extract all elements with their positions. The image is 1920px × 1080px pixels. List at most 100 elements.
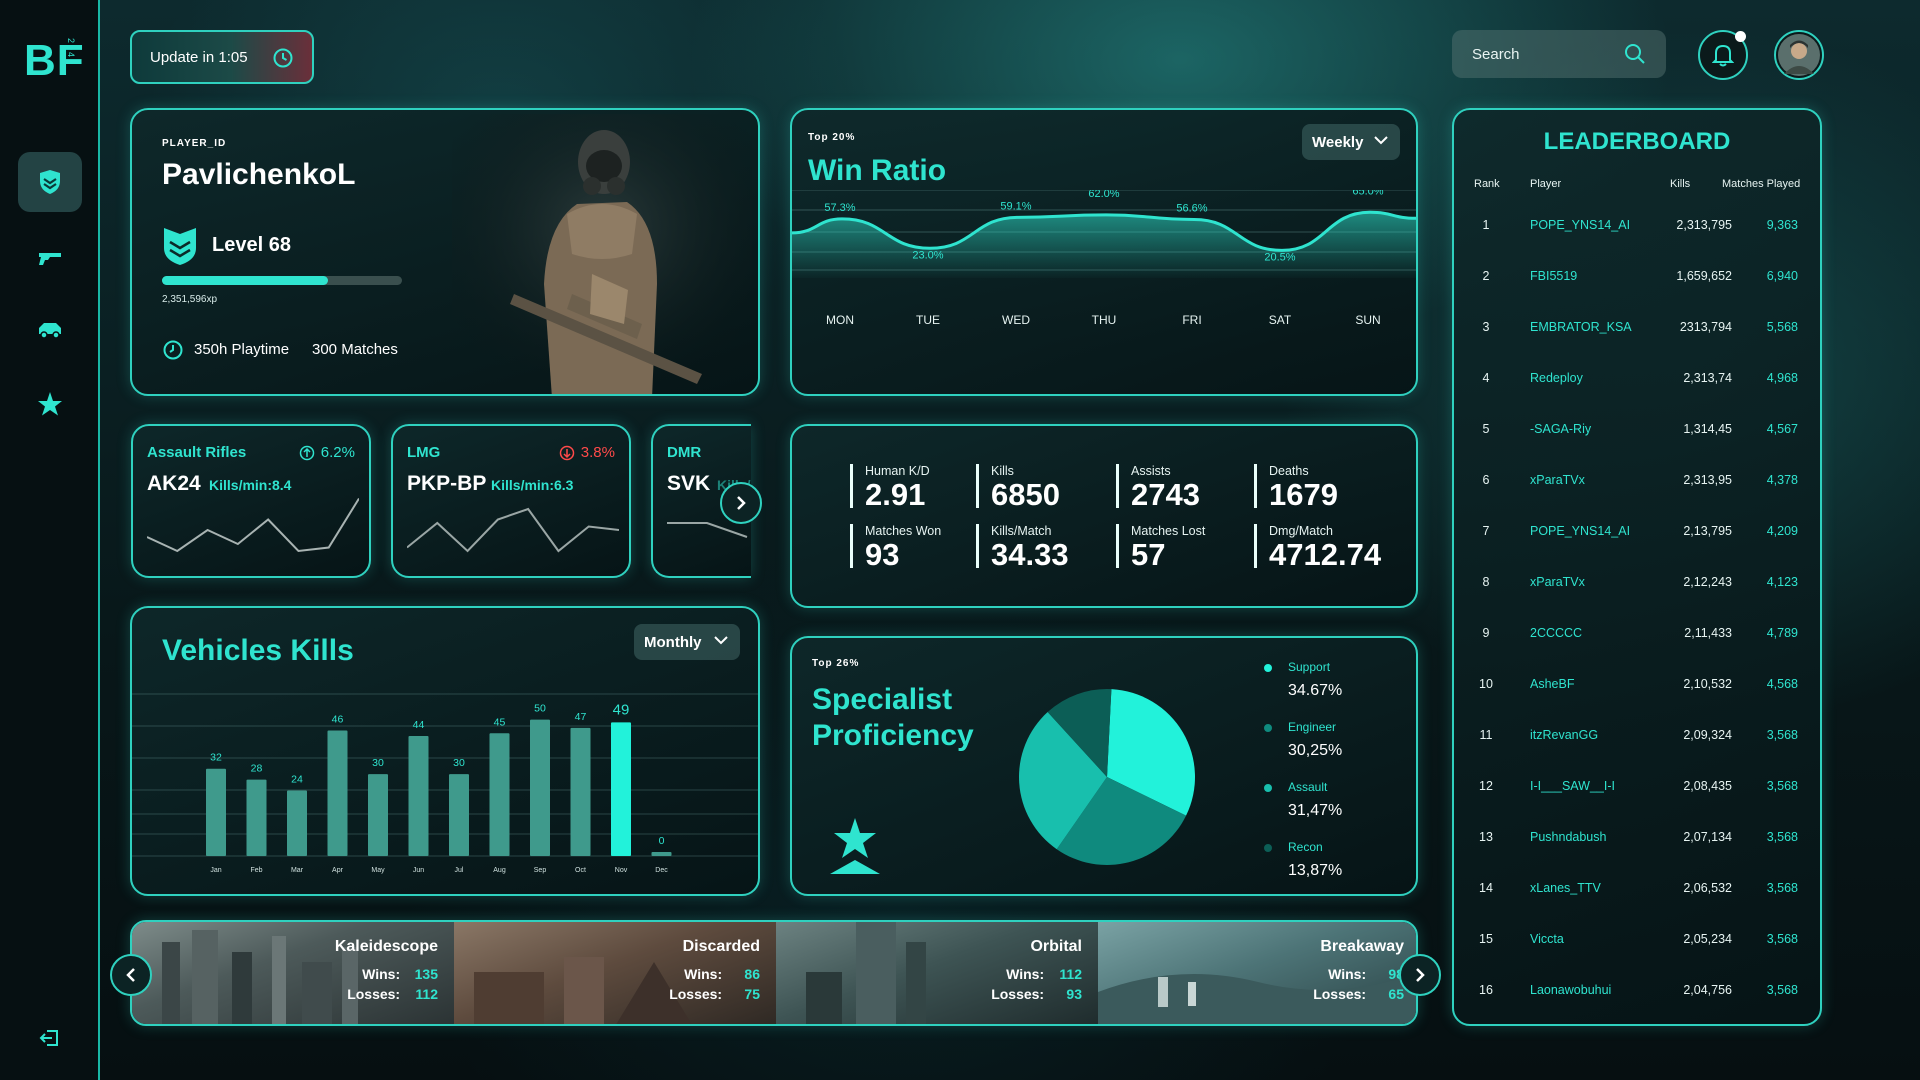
leaderboard-row[interactable]: 6 xParaTVx 2,313,95 4,378	[1454, 473, 1820, 493]
win-ratio-day-label: THU	[1092, 313, 1117, 327]
leaderboard-row[interactable]: 4 Redeploy 2,313,74 4,968	[1454, 371, 1820, 391]
stat-value: 34.33	[991, 537, 1069, 572]
maps-next-button[interactable]	[1399, 954, 1441, 996]
bar[interactable]	[530, 719, 550, 856]
leaderboard-row[interactable]: 8 xParaTVx 2,12,243 4,123	[1454, 575, 1820, 595]
bar[interactable]	[368, 774, 388, 856]
nav-vehicles-button[interactable]	[18, 300, 82, 360]
search-icon[interactable]	[1624, 43, 1646, 65]
bar[interactable]	[489, 733, 510, 856]
player-cell[interactable]: POPE_YNS14_AI	[1530, 218, 1630, 232]
win-ratio-period-dropdown[interactable]: Weekly	[1302, 124, 1400, 160]
bar[interactable]	[570, 727, 591, 856]
bar-month-label: Sep	[534, 867, 547, 874]
wins-label: Wins:	[362, 966, 401, 982]
sparkline-path	[147, 497, 359, 553]
vehicles-period-dropdown[interactable]: Monthly	[634, 624, 740, 660]
bar[interactable]	[408, 736, 429, 856]
rank-cell: 7	[1482, 524, 1490, 538]
weapon-card-assault-rifles[interactable]: Assault Rifles 6.2% AK24 Kills/min:8.4	[131, 424, 371, 578]
bar[interactable]	[246, 779, 267, 856]
specialist-top-label: Top 26%	[812, 658, 860, 669]
bar[interactable]	[206, 768, 226, 856]
losses-value: 65	[1388, 986, 1404, 1002]
leaderboard-row[interactable]: 5 -SAGA-Riy 1,314,45 4,567	[1454, 422, 1820, 442]
player-cell[interactable]: itzRevanGG	[1530, 728, 1598, 742]
player-cell[interactable]: xParaTVx	[1530, 575, 1585, 589]
leaderboard-row[interactable]: 10 AsheBF 2,10,532 4,568	[1454, 677, 1820, 697]
player-cell[interactable]: POPE_YNS14_AI	[1530, 524, 1630, 538]
stat-item: Human K/D 2.91	[850, 464, 930, 512]
nav-favorites-button[interactable]	[18, 374, 82, 434]
logout-button[interactable]	[18, 1008, 82, 1068]
map-tile-kaleidescope[interactable]: Kaleidescope Wins: 135 Losses: 112	[132, 922, 454, 1024]
leaderboard-row[interactable]: 12 I-I___SAW__I-I 2,08,435 3,568	[1454, 779, 1820, 799]
player-playtime: 350h Playtime	[194, 341, 290, 358]
bar[interactable]	[287, 790, 307, 856]
legend-dot	[1264, 844, 1272, 852]
player-cell[interactable]: AsheBF	[1530, 677, 1574, 691]
sparkline-path	[407, 507, 619, 553]
weapon-card-lmg[interactable]: LMG 3.8% PKP-BP Kills/min:6.3	[391, 424, 631, 578]
rank-cell: 8	[1482, 575, 1490, 589]
win-ratio-day-label: SAT	[1269, 313, 1292, 327]
bar[interactable]	[651, 852, 672, 856]
player-cell[interactable]: Pushndabush	[1530, 830, 1606, 844]
leaderboard-row[interactable]: 16 Laonawobuhui 2,04,756 3,568	[1454, 983, 1820, 1003]
bar[interactable]	[611, 722, 631, 856]
leaderboard-row[interactable]: 13 Pushndabush 2,07,134 3,568	[1454, 830, 1820, 850]
sparkline-path	[667, 522, 748, 538]
leaderboard-header-kills: Kills	[1670, 178, 1691, 190]
player-cell[interactable]: Viccta	[1530, 932, 1564, 946]
map-losses: Losses: 93	[991, 986, 1082, 1002]
player-cell[interactable]: Laonawobuhui	[1530, 983, 1611, 997]
bar-month-label: Jun	[413, 867, 424, 874]
bar-month-label: Mar	[291, 867, 304, 874]
leaderboard-row[interactable]: 1 POPE_YNS14_AI 2,313,795 9,363	[1454, 218, 1820, 238]
map-tile-discarded[interactable]: Discarded Wins: 86 Losses: 75	[454, 922, 776, 1024]
leaderboard-row[interactable]: 9 2CCCCC 2,11,433 4,789	[1454, 626, 1820, 646]
map-tile-orbital[interactable]: Orbital Wins: 112 Losses: 93	[776, 922, 1098, 1024]
leaderboard-row[interactable]: 2 FBI5519 1,659,652 6,940	[1454, 269, 1820, 289]
leaderboard-row[interactable]: 15 Viccta 2,05,234 3,568	[1454, 932, 1820, 952]
player-cell[interactable]: 2CCCCC	[1530, 626, 1582, 640]
player-cell[interactable]: xParaTVx	[1530, 473, 1585, 487]
player-cell[interactable]: Redeploy	[1530, 371, 1583, 385]
weapons-next-button[interactable]	[720, 482, 762, 524]
maps-prev-button[interactable]	[110, 954, 152, 996]
update-timer-button[interactable]: Update in 1:05	[130, 30, 314, 84]
leaderboard-row[interactable]: 11 itzRevanGG 2,09,324 3,568	[1454, 728, 1820, 748]
search-input[interactable]: Search	[1452, 30, 1666, 78]
notifications-button[interactable]	[1698, 30, 1748, 80]
player-cell[interactable]: EMBRATOR_KSA	[1530, 320, 1632, 334]
player-cell[interactable]: -SAGA-Riy	[1530, 422, 1591, 436]
specialist-pie-chart	[1019, 689, 1195, 865]
leaderboard-card: LEADERBOARD Rank Player Kills Matches Pl…	[1452, 108, 1822, 1026]
avatar[interactable]	[1774, 30, 1824, 80]
matches-cell: 4,123	[1766, 575, 1798, 589]
leaderboard-row[interactable]: 3 EMBRATOR_KSA 2313,794 5,568	[1454, 320, 1820, 340]
win-ratio-title: Win Ratio	[808, 154, 947, 187]
player-cell[interactable]: xLanes_TTV	[1530, 881, 1601, 895]
losses-value: 112	[415, 986, 438, 1002]
legend-name: Support	[1288, 660, 1331, 674]
map-tile-breakaway[interactable]: Breakaway Wins: 98 Losses: 65	[1098, 922, 1416, 1024]
player-cell[interactable]: FBI5519	[1530, 269, 1577, 283]
win-ratio-value-label: 23.0%	[912, 249, 943, 261]
rank-cell: 9	[1482, 626, 1490, 640]
matches-cell: 3,568	[1766, 932, 1798, 946]
bar[interactable]	[327, 730, 348, 856]
weapon-sparkline	[147, 497, 359, 553]
bar[interactable]	[449, 774, 469, 856]
vehicle-icon	[39, 323, 61, 339]
matches-cell: 4,968	[1766, 371, 1798, 385]
nav-weapons-button[interactable]	[18, 228, 82, 288]
weapon-sparkline	[407, 507, 619, 553]
player-cell[interactable]: I-I___SAW__I-I	[1530, 779, 1615, 793]
rank-badge-icon	[40, 170, 60, 194]
weapon-category: Assault Rifles	[147, 444, 247, 461]
clock-icon	[273, 48, 293, 68]
leaderboard-row[interactable]: 7 POPE_YNS14_AI 2,13,795 4,209	[1454, 524, 1820, 544]
nav-profile-button[interactable]	[18, 152, 82, 212]
leaderboard-row[interactable]: 14 xLanes_TTV 2,06,532 3,568	[1454, 881, 1820, 901]
